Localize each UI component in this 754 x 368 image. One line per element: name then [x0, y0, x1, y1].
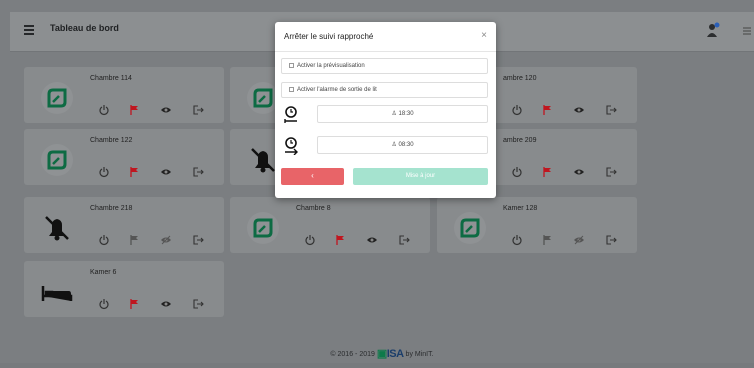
eye-icon[interactable]	[160, 103, 172, 115]
close-icon[interactable]: ×	[481, 30, 487, 41]
room-actions	[98, 233, 218, 247]
close-monitoring-dialog: Arrêter le suivi rapproché × Activer la …	[275, 22, 496, 198]
eye-icon[interactable]	[573, 103, 585, 115]
power-icon[interactable]	[98, 165, 110, 177]
logout-icon[interactable]	[398, 233, 410, 245]
room-actions	[98, 103, 218, 117]
checkbox-icon	[289, 62, 294, 68]
clock-start-icon	[284, 106, 297, 123]
power-icon[interactable]	[511, 233, 523, 245]
room-actions	[511, 233, 631, 247]
checkbox-icon	[289, 86, 294, 92]
room-actions	[98, 297, 218, 311]
bed-exit-checkbox[interactable]: Activer l'alarme de sortie de lit	[281, 82, 488, 98]
logout-icon[interactable]	[605, 165, 617, 177]
settings-sliders-icon[interactable]	[742, 26, 752, 36]
room-card[interactable]: Chambre 218	[24, 197, 224, 253]
update-button[interactable]: Mise à jour	[353, 168, 488, 185]
room-name: Chambre 122	[90, 137, 133, 144]
eye-icon[interactable]	[160, 233, 172, 245]
footer: © 2016 - 2019 ▣ISA by MinIT.	[10, 341, 754, 363]
flag-icon[interactable]	[541, 233, 553, 245]
room-name: Kamer 6	[90, 269, 117, 276]
room-actions	[511, 103, 631, 117]
flag-icon[interactable]	[541, 103, 553, 115]
room-name: ambre 120	[503, 75, 537, 82]
dialog-title: Arrêter le suivi rapproché	[284, 32, 374, 41]
room-card[interactable]: Chambre 122	[24, 129, 224, 185]
footer-by: by MinIT.	[405, 350, 434, 358]
room-name: Chambre 8	[296, 205, 331, 212]
leaf-icon	[453, 211, 487, 245]
logout-icon[interactable]	[192, 165, 204, 177]
clock-end-icon	[285, 137, 298, 155]
power-icon[interactable]	[98, 103, 110, 115]
flag-icon[interactable]	[128, 165, 140, 177]
flag-icon[interactable]	[128, 103, 140, 115]
power-icon[interactable]	[98, 233, 110, 245]
user-icon[interactable]	[706, 22, 720, 38]
logout-icon[interactable]	[192, 233, 204, 245]
logout-icon[interactable]	[605, 233, 617, 245]
room-actions	[304, 233, 424, 247]
logout-icon[interactable]	[605, 103, 617, 115]
eye-icon[interactable]	[160, 297, 172, 309]
flag-icon[interactable]	[128, 297, 140, 309]
preview-label: Activer la prévisualisation	[297, 63, 365, 69]
eye-icon[interactable]	[366, 233, 378, 245]
flag-icon[interactable]	[128, 233, 140, 245]
footer-copyright: © 2016 - 2019	[330, 350, 375, 358]
bed-icon	[40, 275, 74, 309]
room-card[interactable]: Chambre 8	[230, 197, 430, 253]
eye-icon[interactable]	[573, 233, 585, 245]
bell-off-icon	[40, 211, 74, 245]
room-name: Chambre 114	[90, 75, 132, 82]
isa-logo: ▣ISA	[376, 348, 404, 360]
room-actions	[98, 165, 218, 179]
menu-icon[interactable]	[24, 25, 36, 35]
preview-checkbox[interactable]: Activer la prévisualisation	[281, 58, 488, 74]
room-card[interactable]: Kamer 128	[437, 197, 637, 253]
power-icon[interactable]	[304, 233, 316, 245]
room-name: Kamer 128	[503, 205, 538, 212]
leaf-icon	[40, 81, 74, 115]
page-title: Tableau de bord	[50, 23, 119, 33]
room-name: ambre 209	[503, 137, 537, 144]
room-name: Chambre 218	[90, 205, 133, 212]
dialog-header: Arrêter le suivi rapproché ×	[275, 22, 496, 52]
room-actions	[511, 165, 631, 179]
power-icon[interactable]	[511, 103, 523, 115]
logout-icon[interactable]	[192, 297, 204, 309]
cancel-button[interactable]: ‹	[281, 168, 344, 185]
power-icon[interactable]	[511, 165, 523, 177]
flag-icon[interactable]	[334, 233, 346, 245]
start-time-row: ♙ 18:30	[281, 104, 488, 126]
flag-icon[interactable]	[541, 165, 553, 177]
leaf-icon	[40, 143, 74, 177]
eye-icon[interactable]	[160, 165, 172, 177]
leaf-icon	[246, 211, 280, 245]
logout-icon[interactable]	[192, 103, 204, 115]
bed-exit-label: Activer l'alarme de sortie de lit	[297, 87, 377, 93]
eye-icon[interactable]	[573, 165, 585, 177]
power-icon[interactable]	[98, 297, 110, 309]
end-time-row: ♙ 08:30	[281, 135, 488, 157]
room-card[interactable]: Kamer 6	[24, 261, 224, 317]
room-card[interactable]: Chambre 114	[24, 67, 224, 123]
start-time-input[interactable]: ♙ 18:30	[317, 105, 488, 123]
end-time-input[interactable]: ♙ 08:30	[317, 136, 488, 154]
